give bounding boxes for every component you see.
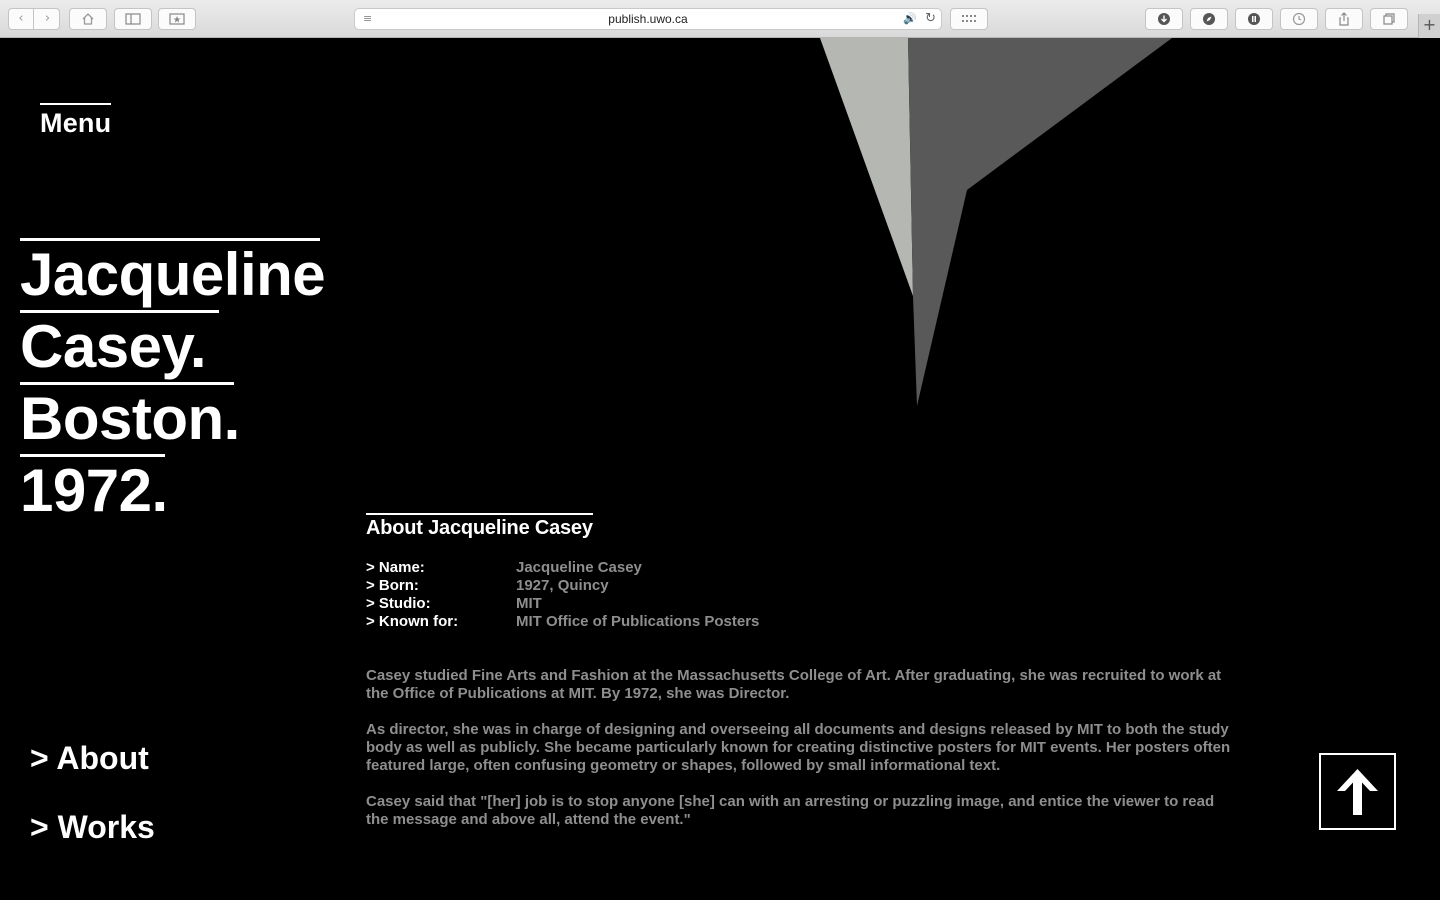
pause-icon <box>1248 13 1260 25</box>
title-line-first-name: Jacqueline <box>20 241 326 308</box>
tabs-icon <box>1383 13 1395 25</box>
address-bar[interactable]: ≡ publish.uwo.ca 🔊 ↻ <box>354 8 942 30</box>
fact-value: 1927, Quincy <box>516 577 609 594</box>
bio-paragraph-1: Casey studied Fine Arts and Fashion at t… <box>366 667 1222 702</box>
fact-value: MIT Office of Publications Posters <box>516 613 760 630</box>
downloads-button[interactable] <box>1145 8 1183 30</box>
back-button[interactable]: ‹ <box>9 9 34 29</box>
title-line-last-name: Casey. <box>20 313 207 380</box>
back-to-top-button[interactable] <box>1319 753 1396 830</box>
bio-paragraph-3: Casey said that "[her] job is to stop an… <box>366 793 1215 828</box>
browser-toolbar: ‹ › ≡ publish.uwo.ca 🔊 ↻ + <box>0 0 1440 38</box>
home-icon <box>82 13 94 25</box>
download-icon <box>1158 13 1170 25</box>
home-button[interactable] <box>69 8 107 30</box>
sidebar-icon <box>125 13 141 25</box>
history-nav: ‹ › <box>8 8 60 30</box>
fact-label: > Studio: <box>366 595 431 612</box>
light-shard-shape <box>820 38 913 296</box>
bookmarks-button[interactable] <box>158 8 196 30</box>
share-button[interactable] <box>1325 8 1363 30</box>
apps-button[interactable] <box>950 8 988 30</box>
grid-icon <box>962 15 976 22</box>
extension-button-1[interactable] <box>1190 8 1228 30</box>
sidebar-button[interactable] <box>114 8 152 30</box>
nav-about-link[interactable]: > About <box>30 739 149 777</box>
forward-button[interactable]: › <box>35 9 60 29</box>
dark-shard-shape <box>908 38 1172 406</box>
url-text: publish.uwo.ca <box>608 12 688 26</box>
compass-icon <box>1203 13 1215 25</box>
fact-value: MIT <box>516 595 542 612</box>
history-button[interactable] <box>1280 8 1318 30</box>
page-content: Menu Jacqueline Casey. Boston. 1972. Abo… <box>0 38 1440 900</box>
about-heading: About Jacqueline Casey <box>366 513 593 540</box>
fact-label: > Name: <box>366 559 425 576</box>
title-line-year: 1972. <box>20 457 168 524</box>
reload-icon[interactable]: ↻ <box>925 9 936 29</box>
share-icon <box>1339 12 1349 26</box>
bio-paragraph-2: As director, she was in charge of design… <box>366 721 1231 774</box>
speaker-icon[interactable]: 🔊 <box>903 9 917 29</box>
nav-works-link[interactable]: > Works <box>30 808 155 846</box>
fact-label: > Known for: <box>366 613 459 630</box>
menu-button[interactable]: Menu <box>40 103 112 139</box>
extension-button-2[interactable] <box>1235 8 1273 30</box>
fact-label: > Born: <box>366 577 419 594</box>
star-icon <box>169 13 185 25</box>
title-line-city: Boston. <box>20 385 240 452</box>
clock-icon <box>1292 12 1306 26</box>
arrow-up-icon <box>1337 769 1378 815</box>
tabs-overview-button[interactable] <box>1370 8 1408 30</box>
fact-value: Jacqueline Casey <box>516 559 642 576</box>
new-tab-button[interactable]: + <box>1418 14 1440 38</box>
